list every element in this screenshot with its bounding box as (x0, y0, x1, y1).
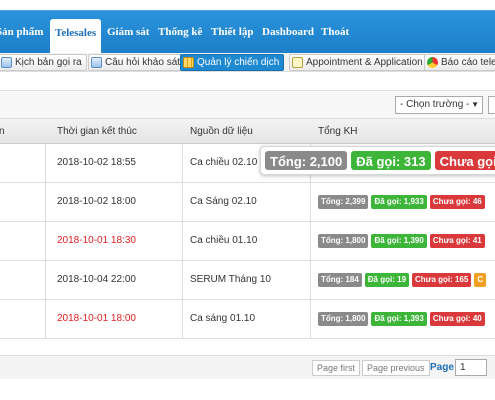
doc-icon (91, 57, 102, 68)
table-row[interactable]: 2018-10-01 18:30 Ca chiều 01.10 Tổng: 1,80… (0, 222, 495, 261)
subtab-quan-ly-chien-dich[interactable]: Quản lý chiến dịch (180, 54, 285, 71)
end-time-cell: 2018-10-01 18:00 (57, 313, 136, 324)
page-number-input[interactable]: 1 (455, 359, 487, 376)
subtab-bar: Kịch bản gọi ra Câu hỏi khảo sát Quản lý… (0, 53, 495, 72)
called-badge: Đã gọi: 19 (364, 273, 410, 287)
subtab-label: Báo cáo teles (441, 57, 495, 68)
pagination-bar: Page first Page previous Page 1 (0, 355, 495, 379)
not-called-badge: Chưa gọi: 40 (429, 312, 485, 326)
total-badge: Tổng: 2,399 (318, 195, 369, 209)
total-badge: Tổng: 184 (318, 273, 362, 287)
subtab-label: Kịch bản gọi ra (15, 57, 82, 68)
filter-bar: - Chọn trường - ▼ (0, 90, 495, 118)
doc-icon (1, 57, 12, 68)
end-time-cell: 2018-10-02 18:55 (57, 157, 136, 168)
end-time-cell: 2018-10-01 18:30 (57, 235, 136, 246)
nav-item-dashboard[interactable]: Dashboard (262, 26, 314, 38)
nav-item-telesales[interactable]: Telesales (50, 19, 102, 54)
source-cell: Ca chiều 02.10 (190, 157, 258, 168)
nav-item-thong-ke[interactable]: Thống kê (158, 26, 202, 38)
grid-icon (183, 57, 194, 68)
total-badge: Tổng: 1,800 (318, 312, 369, 326)
table-row[interactable]: 2018-10-04 22:00 SERUM Tháng 10 Tổng: 184 Đ… (0, 261, 495, 300)
field-select[interactable]: - Chọn trường - ▼ (395, 96, 483, 114)
column-header-first: n (0, 126, 5, 137)
called-badge: Đã gọi: 1,933 (371, 195, 427, 209)
main-navbar: Sản phẩm Telesales Giám sát Thống kê Thi… (0, 10, 495, 54)
column-divider (45, 144, 46, 339)
nav-item-thoat[interactable]: Thoát (321, 26, 349, 38)
not-called-badge: Chưa gọi: 46 (429, 195, 485, 209)
page-previous-button[interactable]: Page previous (362, 360, 430, 376)
not-called-badge: Chưa gọi: 1 (434, 151, 495, 170)
note-icon (292, 57, 303, 68)
nav-item-giam-sat[interactable]: Giám sát (107, 26, 149, 38)
total-cell: Tổng: 1,800 Đã gọi: 1,390 Chưa gọi: 41 (318, 234, 485, 248)
total-badge: Tổng: 2,100 (265, 151, 348, 170)
end-time-cell: 2018-10-04 22:00 (57, 274, 136, 285)
column-divider (182, 144, 183, 339)
subtab-label: Câu hỏi khảo sát (105, 57, 181, 68)
subtab-label: Appointment & Application (306, 57, 423, 68)
total-badge: Tổng: 1,800 (318, 234, 369, 248)
subtab-bao-cao[interactable]: Báo cáo teles (424, 54, 495, 71)
total-cell: Tổng: 2,399 Đã gọi: 1,933 Chưa gọi: 46 (318, 195, 485, 209)
source-cell: Ca Sáng 02.10 (190, 196, 257, 207)
source-cell: Ca sáng 01.10 (190, 313, 256, 324)
column-header-source: Nguồn dữ liệu (190, 126, 253, 137)
total-cell: Tổng: 1,800 Đã gọi: 1,393 Chưa gọi: 40 (318, 312, 485, 326)
subtab-kich-ban[interactable]: Kịch bản gọi ra (0, 54, 87, 71)
column-header-total: Tổng KH (318, 126, 358, 137)
field-select-value: - Chọn trường - (400, 99, 470, 110)
nav-item-thiet-lap[interactable]: Thiết lập (211, 26, 253, 38)
called-badge: Đã gọi: 313 (351, 151, 431, 170)
table-row[interactable]: 2018-10-01 18:00 Ca sáng 01.10 Tổng: 1,800… (0, 300, 495, 339)
nav-item-san-pham[interactable]: Sản phẩm (0, 26, 43, 38)
subtab-cau-hoi[interactable]: Câu hỏi khảo sát (88, 54, 186, 71)
subtab-appointment[interactable]: Appointment & Application (289, 54, 428, 71)
chrome-icon (427, 57, 438, 68)
source-cell: Ca chiều 01.10 (190, 235, 258, 246)
extra-badge: C (474, 273, 487, 287)
filter-button[interactable] (488, 96, 495, 114)
total-zoom-callout: Tổng: 2,100 Đã gọi: 313 Chưa gọi: 1 (260, 146, 495, 175)
table-header: n Thời gian kết thúc Nguồn dữ liệu Tổng … (0, 118, 495, 144)
column-header-end-time: Thời gian kết thúc (57, 126, 137, 137)
page-first-button[interactable]: Page first (312, 360, 361, 376)
subtab-label: Quản lý chiến dịch (197, 57, 280, 68)
end-time-cell: 2018-10-02 18:00 (57, 196, 136, 207)
total-cell: Tổng: 184 Đã gọi: 19 Chưa gọi: 165 C (318, 273, 487, 287)
page-label: Page (430, 362, 454, 373)
called-badge: Đã gọi: 1,390 (371, 234, 427, 248)
source-cell: SERUM Tháng 10 (190, 274, 271, 285)
not-called-badge: Chưa gọi: 41 (429, 234, 485, 248)
not-called-badge: Chưa gọi: 165 (412, 273, 472, 287)
table-row[interactable]: 2018-10-02 18:00 Ca Sáng 02.10 Tổng: 2,399… (0, 183, 495, 222)
chevron-down-icon: ▼ (471, 100, 479, 109)
called-badge: Đã gọi: 1,393 (371, 312, 427, 326)
